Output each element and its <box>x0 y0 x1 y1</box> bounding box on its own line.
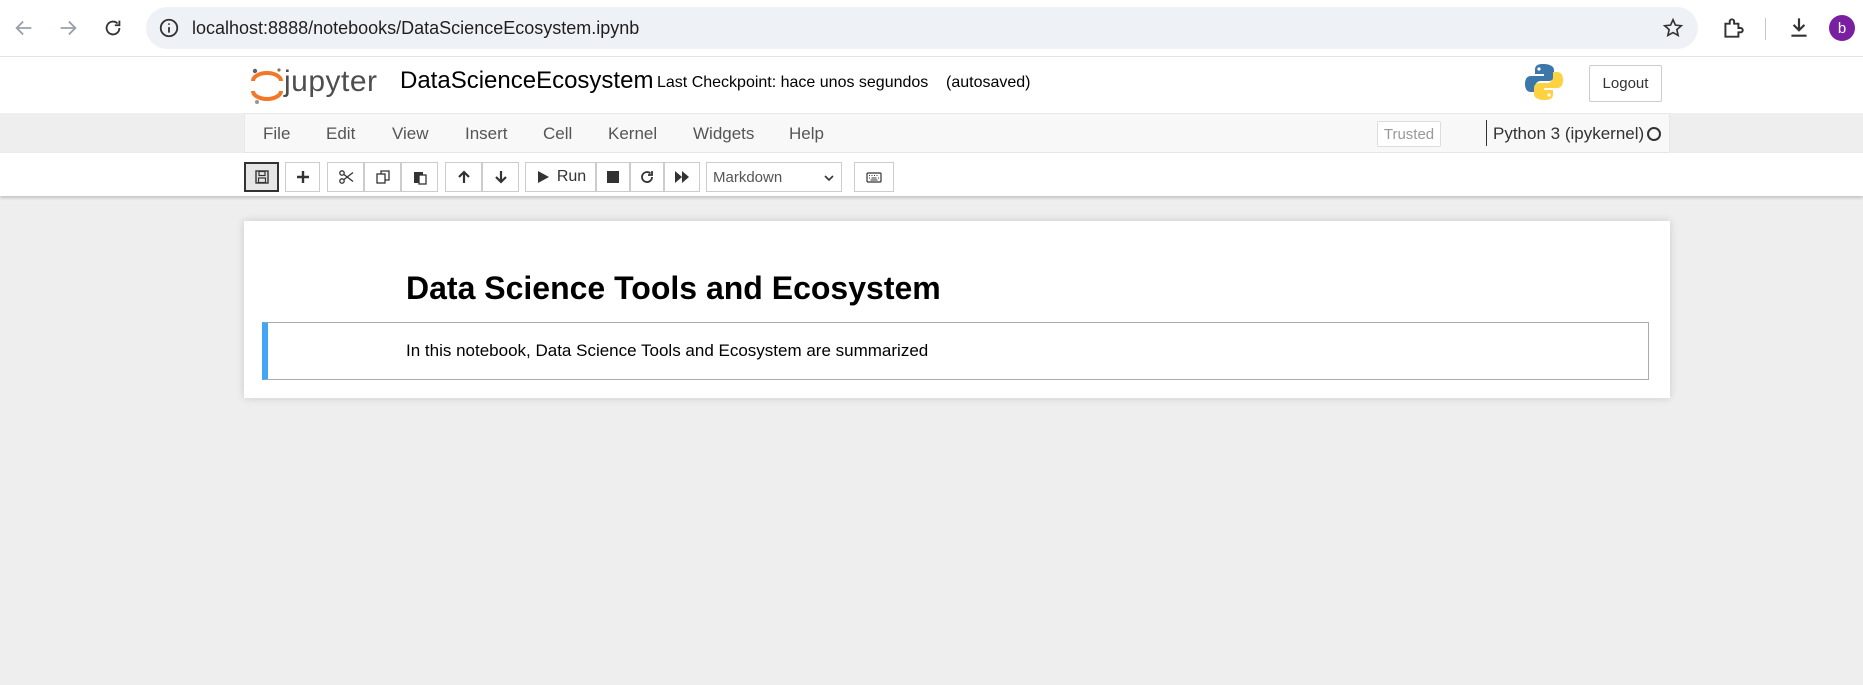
arrow-down-icon <box>494 171 507 184</box>
arrow-right-icon <box>60 20 77 36</box>
cut-button[interactable] <box>327 162 364 192</box>
restart-button[interactable] <box>630 162 664 192</box>
arrow-up-icon <box>457 170 470 183</box>
reload-icon <box>105 20 121 36</box>
scissors-icon <box>338 170 353 184</box>
interrupt-button[interactable] <box>596 162 630 192</box>
run-button[interactable]: Run <box>525 162 596 192</box>
paste-button[interactable] <box>401 162 438 192</box>
run-label: Run <box>556 168 587 185</box>
url-text[interactable]: localhost:8888/notebooks/DataScienceEcos… <box>192 18 639 39</box>
checkpoint-status: Last Checkpoint: hace unos segundos <box>657 74 929 91</box>
extensions-icon[interactable] <box>1720 15 1746 41</box>
back-button[interactable] <box>8 12 40 44</box>
command-palette-button[interactable] <box>854 162 894 192</box>
copy-icon <box>375 170 390 184</box>
toolbar-band <box>0 153 1863 196</box>
autosave-status: (autosaved) <box>946 74 1031 91</box>
keyboard-icon <box>866 172 882 183</box>
selected-markdown-cell[interactable]: In this notebook, Data Science Tools and… <box>262 322 1649 380</box>
cell-type-value: Markdown <box>713 168 783 186</box>
floppy-disk-icon <box>254 170 269 184</box>
notebook-container: Data Science Tools and Ecosystem In this… <box>244 221 1670 398</box>
move-up-button[interactable] <box>445 162 482 192</box>
python-logo-icon <box>1525 64 1563 100</box>
logout-button[interactable]: Logout <box>1589 65 1662 102</box>
menu-help[interactable]: Help <box>789 124 824 144</box>
arrow-left-icon <box>15 20 32 36</box>
plus-icon <box>296 171 309 183</box>
browser-toolbar: localhost:8888/notebooks/DataScienceEcos… <box>0 0 1863 57</box>
clipboard-icon <box>413 172 427 185</box>
trusted-indicator[interactable]: Trusted <box>1377 121 1441 147</box>
kernel-divider <box>1486 120 1487 146</box>
restart-run-all-button[interactable] <box>664 162 700 192</box>
address-bar[interactable]: localhost:8888/notebooks/DataScienceEcos… <box>146 7 1698 49</box>
cell-type-select[interactable]: Markdown <box>706 162 842 192</box>
jupyter-logo-text: jupyter <box>284 65 378 98</box>
star-icon[interactable] <box>1662 17 1684 39</box>
chevron-down-icon <box>824 175 834 182</box>
copy-button[interactable] <box>364 162 401 192</box>
save-button[interactable] <box>244 162 279 192</box>
jupyter-header: jupyter DataScienceEcosystem Last Checkp… <box>0 57 1863 113</box>
stop-icon <box>607 171 619 183</box>
insert-cell-button[interactable] <box>285 162 320 192</box>
menu-view[interactable]: View <box>392 124 429 144</box>
reload-button[interactable] <box>97 12 129 44</box>
fast-forward-icon <box>675 171 689 183</box>
menubar: File Edit View Insert Cell Kernel Widget… <box>244 113 1670 153</box>
profile-avatar[interactable]: b <box>1829 15 1855 41</box>
menu-edit[interactable]: Edit <box>326 124 355 144</box>
menu-widgets[interactable]: Widgets <box>693 124 754 144</box>
markdown-cell-text[interactable]: In this notebook, Data Science Tools and… <box>406 341 928 361</box>
menu-insert[interactable]: Insert <box>465 124 508 144</box>
notebook-title[interactable]: DataScienceEcosystem <box>400 67 653 95</box>
kernel-name[interactable]: Python 3 (ipykernel) <box>1493 124 1644 144</box>
menu-file[interactable]: File <box>263 124 290 144</box>
info-icon[interactable] <box>158 17 180 39</box>
toolbar-divider <box>1765 18 1766 40</box>
download-icon[interactable] <box>1786 14 1812 40</box>
move-down-button[interactable] <box>482 162 519 192</box>
menu-cell[interactable]: Cell <box>543 124 572 144</box>
menu-kernel[interactable]: Kernel <box>608 124 657 144</box>
kernel-idle-indicator <box>1647 127 1661 141</box>
restart-icon <box>641 171 653 183</box>
play-icon <box>537 171 549 183</box>
heading-cell[interactable]: Data Science Tools and Ecosystem <box>406 270 941 307</box>
forward-button[interactable] <box>52 12 84 44</box>
